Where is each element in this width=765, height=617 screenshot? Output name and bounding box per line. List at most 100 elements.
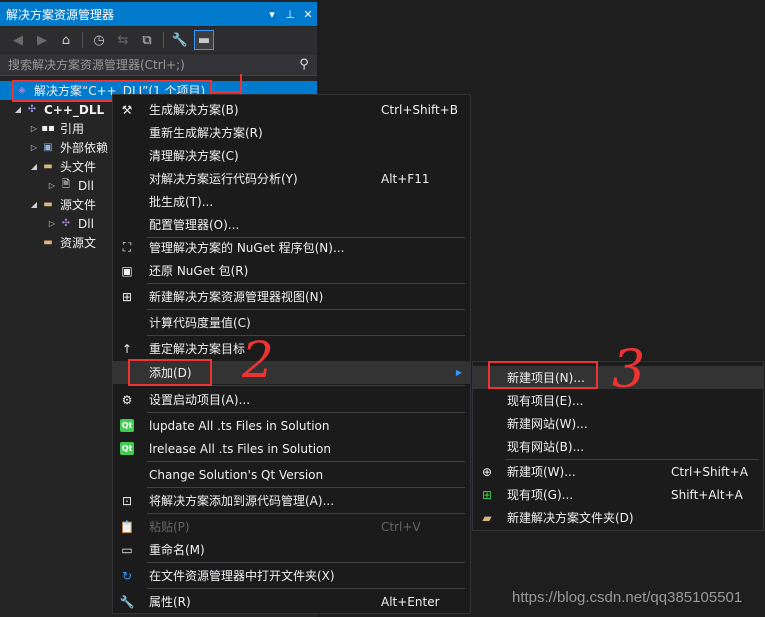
menu-item-label: 生成解决方案(B) [149, 103, 239, 117]
menu-item-lrelease[interactable]: Qt lrelease All .ts Files in Solution [113, 437, 470, 460]
collapse-arrow-icon[interactable]: ▷ [46, 219, 58, 228]
menu-item-lupdate[interactable]: Qt lupdate All .ts Files in Solution [113, 414, 470, 437]
nuget-icon: ⛶ [122, 240, 132, 254]
gear-icon: ⚙ [121, 392, 133, 407]
add-source-icon: ⊡ [121, 493, 133, 508]
menu-item-label: 新建项(W)... [507, 465, 576, 479]
expand-arrow-icon[interactable]: ◢ [28, 200, 40, 209]
properties-wrench-icon[interactable]: 🔧 [170, 30, 190, 50]
menu-item-shortcut: Ctrl+V [381, 519, 421, 534]
menu-item-clean[interactable]: 清理解决方案(C) [113, 144, 470, 167]
submenu-item-new-folder[interactable]: ▰ 新建解决方案文件夹(D) [473, 506, 763, 529]
tree-item-label: Dll [78, 216, 94, 231]
menu-item-label: 现有项目(E)... [507, 394, 584, 408]
menu-item-retarget[interactable]: ↑ 重定解决方案目标 [113, 337, 470, 360]
pin-icon[interactable]: ⊥ [281, 8, 299, 21]
collapse-arrow-icon[interactable]: ▷ [28, 124, 40, 133]
menu-item-build[interactable]: ⚒ 生成解决方案(B) Ctrl+Shift+B [113, 98, 470, 121]
tree-item-label: 外部依赖 [60, 141, 109, 155]
collapse-all-icon[interactable]: ⧉ [137, 30, 157, 50]
tree-item-label: C++_DLL [44, 102, 105, 117]
menu-separator [147, 335, 465, 336]
collapse-arrow-icon[interactable]: ▷ [46, 181, 58, 190]
menu-item-batch-build[interactable]: 批生成(T)... [113, 190, 470, 213]
tree-item-label: Dll [78, 178, 94, 193]
rename-icon: ▭ [121, 542, 133, 557]
menu-item-code-metrics[interactable]: 计算代码度量值(C) [113, 311, 470, 334]
search-icon[interactable]: ⚲ [291, 57, 317, 72]
menu-separator [147, 487, 465, 488]
menu-item-label: 清理解决方案(C) [149, 149, 239, 163]
home-icon[interactable]: ⌂ [56, 30, 76, 50]
menu-separator [147, 588, 465, 589]
highlight-box-new-project [488, 361, 598, 389]
new-item-icon: ⊕ [481, 464, 493, 479]
folder-icon: ▬ [43, 237, 53, 248]
expand-arrow-icon[interactable]: ◢ [12, 105, 24, 114]
menu-item-restore-nuget[interactable]: ▣ 还原 NuGet 包(R) [113, 259, 470, 282]
menu-item-shortcut: Shift+Alt+A [671, 487, 743, 502]
menu-separator [147, 562, 465, 563]
submenu-item-new-website[interactable]: 新建网站(W)... [473, 412, 763, 435]
menu-item-label: 批生成(T)... [149, 195, 214, 209]
menu-item-qt-version[interactable]: Change Solution's Qt Version [113, 463, 470, 486]
menu-item-source-control[interactable]: ⊡ 将解决方案添加到源代码管理(A)... [113, 489, 470, 512]
menu-item-shortcut: Ctrl+Shift+A [671, 464, 748, 479]
search-input[interactable]: 搜索解决方案资源管理器(Ctrl+;) [8, 56, 291, 73]
menu-item-label: 重定解决方案目标 [149, 342, 246, 356]
back-icon[interactable]: ◀ [8, 30, 28, 50]
collapse-arrow-icon[interactable]: ▷ [28, 143, 40, 152]
folder-icon: ▬ [43, 161, 53, 172]
menu-item-config-manager[interactable]: 配置管理器(O)... [113, 213, 470, 236]
history-icon[interactable]: ◷ [89, 30, 109, 50]
annotation-line [211, 91, 241, 93]
menu-separator [147, 283, 465, 284]
close-icon[interactable]: ✕ [299, 8, 317, 21]
menu-item-label: 新建解决方案资源管理器视图(N) [149, 290, 324, 304]
expand-arrow-icon[interactable]: ◢ [28, 162, 40, 171]
dropdown-icon[interactable]: ▾ [263, 8, 281, 21]
menu-item-new-view[interactable]: ⊞ 新建解决方案资源管理器视图(N) [113, 285, 470, 308]
tree-item-label: 头文件 [60, 160, 97, 174]
submenu-item-existing-website[interactable]: 现有网站(B)... [473, 435, 763, 458]
highlight-box-add [128, 359, 212, 386]
menu-separator [147, 309, 465, 310]
menu-item-label: 对解决方案运行代码分析(Y) [149, 172, 298, 186]
new-view-icon: ⊞ [121, 289, 133, 304]
menu-item-label: 配置管理器(O)... [149, 218, 240, 232]
annotation-step2: 2 [242, 331, 274, 389]
references-icon: ▪▪ [41, 123, 55, 134]
qt-icon: Qt [120, 419, 134, 432]
menu-item-startup[interactable]: ⚙ 设置启动项目(A)... [113, 388, 470, 411]
menu-item-label: 还原 NuGet 包(R) [149, 264, 249, 278]
annotation-step3: 3 [612, 340, 646, 400]
submenu-item-new-item[interactable]: ⊕ 新建项(W)... Ctrl+Shift+A [473, 460, 763, 483]
menu-item-label: 重命名(M) [149, 543, 205, 557]
menu-item-rename[interactable]: ▭ 重命名(M) [113, 538, 470, 561]
submenu-item-existing-item[interactable]: ⊞ 现有项(G)... Shift+Alt+A [473, 483, 763, 506]
menu-item-properties[interactable]: 🔧 属性(R) Alt+Enter [113, 590, 470, 613]
menu-item-label: lrelease All .ts Files in Solution [149, 441, 331, 456]
menu-item-open-folder[interactable]: ↻ 在文件资源管理器中打开文件夹(X) [113, 564, 470, 587]
panel-toolbar: ◀ ▶ ⌂ ◷ ⇆ ⧉ 🔧 ▬ [0, 27, 317, 53]
sync-icon[interactable]: ⇆ [113, 30, 133, 50]
menu-separator [147, 513, 465, 514]
new-folder-icon: ▰ [482, 510, 492, 525]
menu-item-label: Change Solution's Qt Version [149, 467, 324, 482]
header-file-icon: 🗎 [61, 179, 71, 190]
cpp-project-icon: ✣ [27, 104, 37, 115]
menu-item-paste[interactable]: 📋 粘贴(P) Ctrl+V [113, 515, 470, 538]
menu-item-label: 粘贴(P) [149, 520, 190, 534]
existing-item-icon: ⊞ [481, 487, 493, 502]
menu-item-rebuild[interactable]: 重新生成解决方案(R) [113, 121, 470, 144]
preview-icon[interactable]: ▬ [194, 30, 214, 50]
forward-icon[interactable]: ▶ [32, 30, 52, 50]
submenu-arrow-icon: ▶ [455, 368, 462, 377]
search-box[interactable]: 搜索解决方案资源管理器(Ctrl+;) ⚲ [0, 54, 317, 76]
menu-item-nuget[interactable]: ⛶ 管理解决方案的 NuGet 程序包(N)... [113, 236, 470, 259]
menu-item-code-analysis[interactable]: 对解决方案运行代码分析(Y) Alt+F11 [113, 167, 470, 190]
tree-item-label: 引用 [60, 122, 85, 136]
menu-item-label: 将解决方案添加到源代码管理(A)... [149, 494, 335, 508]
menu-item-label: 新建解决方案文件夹(D) [507, 511, 634, 525]
context-menu: ⚒ 生成解决方案(B) Ctrl+Shift+B 重新生成解决方案(R) 清理解… [112, 94, 471, 614]
